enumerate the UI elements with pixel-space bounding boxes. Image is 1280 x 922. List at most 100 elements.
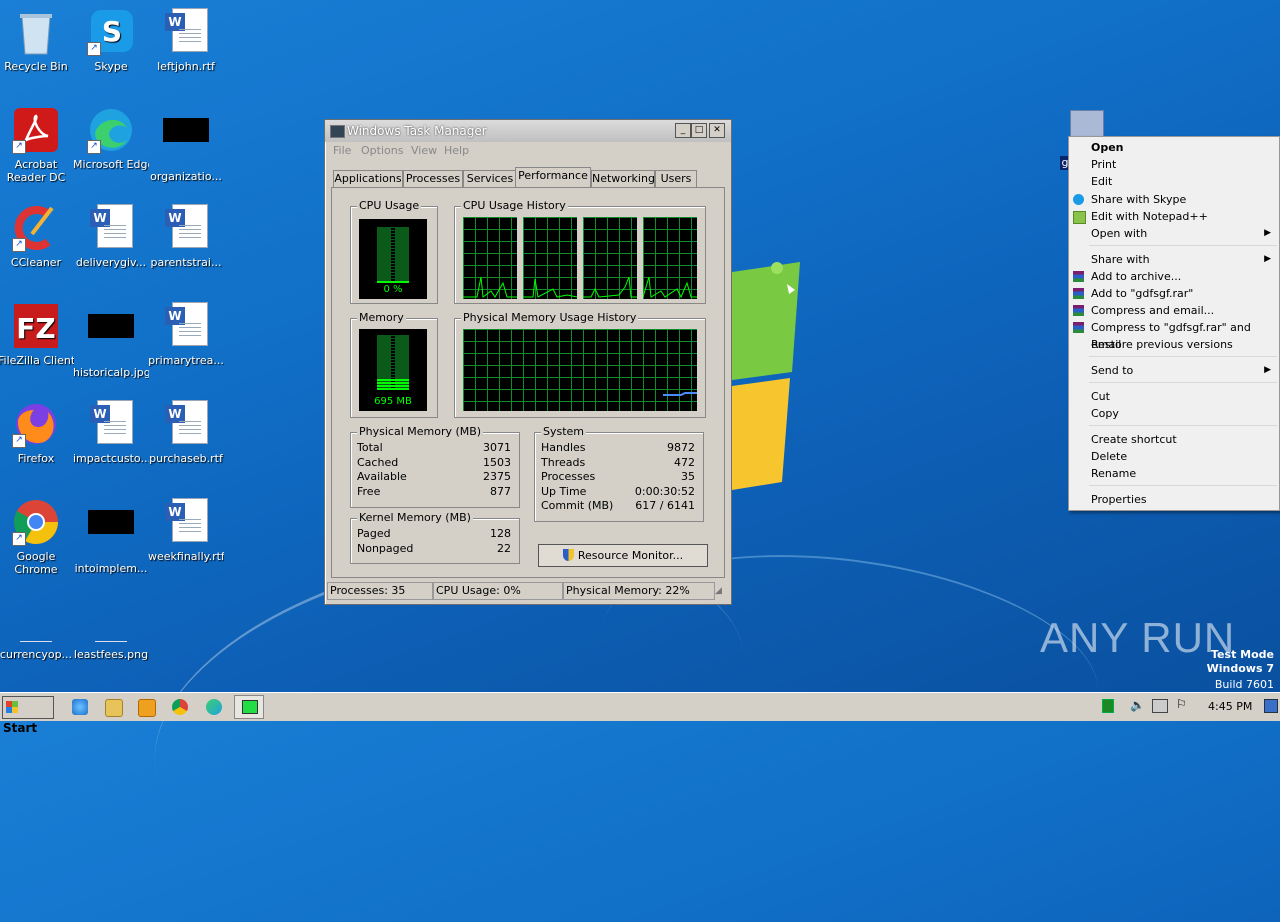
cpu-usage-value: 0 % <box>383 284 403 295</box>
system-tray: 🔈 ⚐ 4:45 PM <box>1090 695 1280 718</box>
stat-row: Up Time 0:00:30:52 <box>541 485 695 499</box>
menu-item-copy[interactable]: Copy <box>1069 405 1279 422</box>
tray-app-icon[interactable] <box>1102 699 1114 713</box>
ccleaner-icon: ↗ <box>12 204 60 252</box>
maximize-button[interactable]: □ <box>691 123 707 138</box>
cpu-meter-bars <box>377 227 409 283</box>
menu-item-label: Open with <box>1091 227 1148 240</box>
tab-applications[interactable]: Applications <box>333 170 403 187</box>
file-primarytrea[interactable]: W primarytrea... <box>148 302 224 367</box>
stat-label: Total <box>357 441 383 454</box>
menu-item-add-rar[interactable]: Add to "gdfsgf.rar" <box>1069 285 1279 302</box>
stat-value: 2375 <box>483 470 511 483</box>
edge-icon[interactable] <box>206 699 222 715</box>
menu-item-rename[interactable]: Rename <box>1069 465 1279 482</box>
title-bar[interactable]: Windows Task Manager _ □ ✕ <box>325 120 731 142</box>
minimize-button[interactable]: _ <box>675 123 691 138</box>
notepad-plus-icon <box>1073 211 1086 224</box>
menu-item-open-with[interactable]: Open with ▶ <box>1069 225 1279 242</box>
start-button[interactable]: Start <box>2 696 54 735</box>
filezilla-shortcut[interactable]: FZ FileZilla Client <box>0 302 74 367</box>
tab-users[interactable]: Users <box>655 170 697 187</box>
submenu-arrow-icon: ▶ <box>1264 254 1271 264</box>
svg-text:FZ: FZ <box>16 312 55 345</box>
icon-label: Microsoft Edge <box>73 158 149 171</box>
media-player-icon[interactable] <box>138 699 156 717</box>
menu-item-cut[interactable]: Cut <box>1069 388 1279 405</box>
menu-item-label: Add to "gdfsgf.rar" <box>1091 287 1194 300</box>
task-manager-taskbar-button[interactable] <box>234 695 264 719</box>
menu-item-label: Compress and email... <box>1091 304 1215 317</box>
file-leastfees[interactable]: leastfees.png <box>73 596 149 661</box>
file-currencyop[interactable]: currencyop... <box>0 596 74 661</box>
stat-value: 128 <box>490 527 511 540</box>
file-organizatio[interactable]: organizatio... <box>148 106 224 183</box>
icon-label: Acrobat Reader DC <box>6 158 66 184</box>
window-title: Windows Task Manager <box>347 124 487 138</box>
menu-help[interactable]: Help <box>444 144 469 157</box>
clock[interactable]: 4:45 PM <box>1208 700 1252 713</box>
menu-item-add-archive[interactable]: Add to archive... <box>1069 268 1279 285</box>
network-icon[interactable] <box>1152 699 1168 713</box>
menu-item-properties[interactable]: Properties <box>1069 491 1279 508</box>
stat-label: Handles <box>541 441 586 454</box>
file-parentstrai[interactable]: W parentstrai... <box>148 204 224 269</box>
tab-performance[interactable]: Performance <box>515 167 591 187</box>
selected-file-icon[interactable] <box>1070 110 1104 138</box>
internet-explorer-icon[interactable] <box>72 699 88 715</box>
file-explorer-icon[interactable] <box>105 699 123 717</box>
physical-memory-title: Physical Memory (MB) <box>357 425 484 438</box>
file-historicalp[interactable]: historicalp.jpg <box>73 302 149 379</box>
chrome-shortcut[interactable]: ↗ Google Chrome <box>0 498 74 576</box>
resource-monitor-button[interactable]: Resource Monitor... <box>538 544 708 567</box>
memory-group: Memory 695 MB <box>350 311 438 418</box>
flag-icon[interactable]: ⚐ <box>1176 697 1187 711</box>
menu-item-restore-versions[interactable]: Restore previous versions <box>1069 336 1279 353</box>
blank-file-icon <box>87 596 135 644</box>
menu-item-compress-email[interactable]: Compress and email... <box>1069 302 1279 319</box>
menu-item-share-with[interactable]: Share with ▶ <box>1069 251 1279 268</box>
file-weekfinally[interactable]: W weekfinally.rtf <box>148 498 224 563</box>
menu-item-delete[interactable]: Delete <box>1069 448 1279 465</box>
chrome-icon[interactable] <box>172 699 188 715</box>
menu-file[interactable]: File <box>333 144 351 157</box>
recycle-bin-icon[interactable]: Recycle Bin <box>0 8 74 73</box>
file-deliverygiv[interactable]: W deliverygiv... <box>73 204 149 269</box>
menu-item-share-skype[interactable]: Share with Skype <box>1069 191 1279 208</box>
memory-value: 695 MB <box>374 396 412 407</box>
acrobat-shortcut[interactable]: ↗ Acrobat Reader DC <box>0 106 74 184</box>
icon-label: parentstrai... <box>150 256 222 269</box>
close-button[interactable]: ✕ <box>709 123 725 138</box>
stat-label: Available <box>357 470 407 483</box>
file-intoimplem[interactable]: intoimplem... <box>73 498 149 575</box>
menu-item-open[interactable]: Open <box>1069 139 1279 156</box>
menu-options[interactable]: Options <box>361 144 403 157</box>
icon-label: intoimplem... <box>74 562 148 575</box>
file-purchaseb[interactable]: W purchaseb.rtf <box>148 400 224 465</box>
icon-label: organizatio... <box>150 170 222 183</box>
menu-item-print[interactable]: Print <box>1069 156 1279 173</box>
skype-shortcut[interactable]: S ↗ Skype <box>73 8 149 73</box>
task-manager-window[interactable]: Windows Task Manager _ □ ✕ File Options … <box>324 119 732 605</box>
resize-grip-icon[interactable]: ◢ <box>715 586 722 596</box>
menu-item-notepad[interactable]: Edit with Notepad++ <box>1069 208 1279 225</box>
volume-icon[interactable]: 🔈 <box>1130 698 1145 712</box>
stat-value: 877 <box>490 485 511 498</box>
firefox-shortcut[interactable]: ↗ Firefox <box>0 400 74 465</box>
edge-shortcut[interactable]: ↗ Microsoft Edge <box>73 106 149 171</box>
windows-flag-icon <box>6 701 18 713</box>
cpu-usage-meter: 0 % <box>359 219 427 299</box>
show-desktop-button[interactable] <box>1264 699 1278 713</box>
menu-item-send-to[interactable]: Send to ▶ <box>1069 362 1279 379</box>
file-impactcusto[interactable]: W impactcusto... <box>73 400 149 465</box>
file-leftjohn[interactable]: W leftjohn.rtf <box>148 8 224 73</box>
menu-item-create-shortcut[interactable]: Create shortcut <box>1069 431 1279 448</box>
resource-monitor-label: Resource Monitor... <box>577 549 684 562</box>
menu-view[interactable]: View <box>411 144 437 157</box>
menu-item-compress-rar-email[interactable]: Compress to "gdfsgf.rar" and email <box>1069 319 1279 351</box>
tab-services[interactable]: Services <box>463 170 517 187</box>
menu-item-edit[interactable]: Edit <box>1069 173 1279 190</box>
tab-networking[interactable]: Networking <box>591 170 655 187</box>
tab-processes[interactable]: Processes <box>403 170 463 187</box>
ccleaner-shortcut[interactable]: ↗ CCleaner <box>0 204 74 269</box>
